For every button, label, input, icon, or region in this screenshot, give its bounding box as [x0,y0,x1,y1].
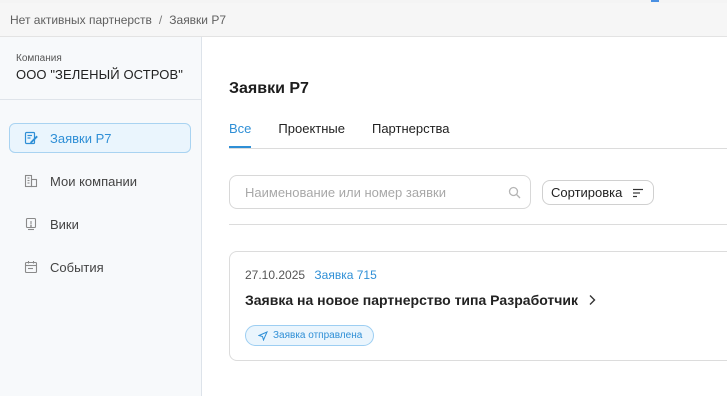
top-accent-indicator [651,0,659,2]
sidebar-item-label: Мои компании [50,173,138,189]
tabs: Все Проектные Партнерства [229,121,477,148]
status-text: Заявка отправлена [273,330,363,341]
search-icon[interactable] [508,186,521,199]
sort-lines-icon [632,187,644,199]
sidebar-item-label: События [50,259,104,275]
sidebar-item-requests[interactable]: Заявки Р7 [9,123,191,153]
breadcrumb-separator: / [158,12,163,27]
breadcrumb-item-partnerships[interactable]: Нет активных партнерств [10,13,152,27]
sidebar-item-wiki[interactable]: Вики [9,209,191,239]
status-badge: Заявка отправлена [245,325,375,346]
breadcrumb-item-current: Заявки Р7 [169,12,227,27]
request-number-link[interactable]: Заявка 715 [314,268,376,282]
sort-button[interactable]: Сортировка [542,180,654,205]
tab-partnerships[interactable]: Партнерства [372,121,450,146]
chevron-right-icon [588,294,597,306]
sidebar-divider [0,99,201,100]
sidebar-item-companies[interactable]: Мои компании [9,166,191,196]
page-title: Заявки Р7 [229,80,309,97]
sidebar-item-label: Вики [50,216,79,232]
buildings-icon [24,174,38,188]
send-icon [258,330,268,341]
request-title-text: Заявка на новое партнерство типа Разрабо… [245,292,579,308]
sidebar-item-events[interactable]: События [9,252,191,282]
edit-document-icon [24,131,38,145]
company-block[interactable]: Компания ООО "ЗЕЛЕНЫЙ ОСТРОВ" [16,53,183,82]
main-content: Заявки Р7 Все Проектные Партнерства Сорт… [202,37,727,396]
request-meta: 27.10.2025 Заявка 715 [245,268,377,282]
sort-label: Сортировка [551,185,623,200]
company-name: ООО "ЗЕЛЕНЫЙ ОСТРОВ" [16,67,183,82]
search-box [229,175,531,209]
search-input[interactable] [245,184,495,200]
sidebar: Компания ООО "ЗЕЛЕНЫЙ ОСТРОВ" Заявки Р7 [0,37,202,396]
breadcrumb: Нет активных партнерств / Заявки Р7 [0,3,727,37]
calendar-icon [24,260,38,274]
request-date: 27.10.2025 [245,268,306,282]
request-card[interactable]: 27.10.2025 Заявка 715 Заявка на новое па… [229,251,727,361]
filter-divider [229,224,727,225]
tabs-divider [229,148,727,149]
sidebar-item-label: Заявки Р7 [50,130,112,146]
info-document-icon [24,217,38,231]
tab-all[interactable]: Все [229,121,252,148]
tab-project[interactable]: Проектные [278,121,345,146]
sidebar-nav: Заявки Р7 Мои компании Вики События [9,123,191,295]
company-label: Компания [16,53,62,64]
request-title[interactable]: Заявка на новое партнерство типа Разрабо… [245,292,597,308]
